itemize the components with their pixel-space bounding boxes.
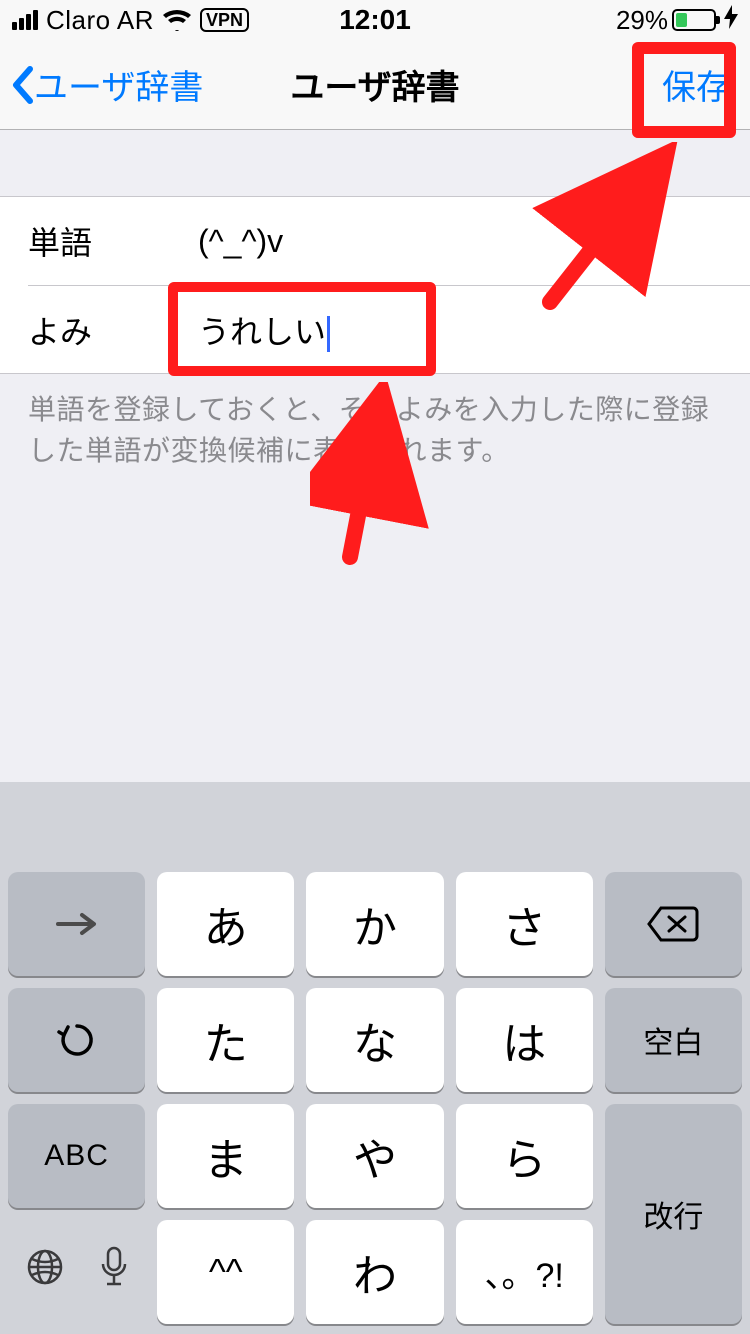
key-kaomoji[interactable]: ^^ bbox=[157, 1220, 294, 1324]
globe-icon[interactable] bbox=[25, 1247, 65, 1297]
yomi-field[interactable]: うれしい bbox=[198, 307, 722, 353]
key-ta[interactable]: た bbox=[157, 988, 294, 1092]
key-ka[interactable]: か bbox=[306, 872, 443, 976]
key-a[interactable]: あ bbox=[157, 872, 294, 976]
status-right: 29% bbox=[616, 5, 738, 36]
word-label: 単語 bbox=[28, 218, 198, 264]
form-footer-note: 単語を登録しておくと、そのよみを入力した際に登録した単語が変換候補に表示されます… bbox=[0, 374, 750, 487]
yomi-label: よみ bbox=[28, 307, 198, 353]
battery-icon bbox=[672, 9, 716, 31]
key-ha[interactable]: は bbox=[456, 988, 593, 1092]
arrow-right-icon bbox=[54, 912, 100, 936]
key-undo[interactable] bbox=[8, 988, 145, 1092]
text-caret bbox=[327, 316, 330, 352]
chevron-left-icon bbox=[10, 65, 36, 105]
key-ma[interactable]: ま bbox=[157, 1104, 294, 1208]
status-left: Claro AR VPN bbox=[12, 5, 249, 36]
key-wa[interactable]: わ bbox=[306, 1220, 443, 1324]
dictionary-form: 単語 (^_^)v よみ うれしい bbox=[0, 196, 750, 374]
back-label: ユーザ辞書 bbox=[34, 60, 203, 109]
undo-icon bbox=[57, 1020, 97, 1060]
key-next-candidate[interactable] bbox=[8, 872, 145, 976]
key-return[interactable]: 改行 bbox=[605, 1104, 742, 1324]
key-sa[interactable]: さ bbox=[456, 872, 593, 976]
vpn-badge: VPN bbox=[200, 8, 249, 32]
key-globe-mic[interactable] bbox=[8, 1220, 145, 1324]
mic-icon[interactable] bbox=[99, 1246, 129, 1298]
yomi-value: うれしい bbox=[198, 314, 326, 350]
battery-percent: 29% bbox=[616, 5, 668, 36]
back-button[interactable]: ユーザ辞書 bbox=[10, 60, 203, 109]
carrier-label: Claro AR bbox=[46, 5, 154, 36]
word-row[interactable]: 単語 (^_^)v bbox=[0, 197, 750, 285]
charging-icon bbox=[724, 5, 738, 36]
word-field[interactable]: (^_^)v bbox=[198, 223, 722, 260]
nav-bar: ユーザ辞書 ユーザ辞書 保存 bbox=[0, 40, 750, 130]
key-punct[interactable]: 、。?! bbox=[456, 1220, 593, 1324]
cellular-signal-icon bbox=[12, 10, 38, 30]
key-ra[interactable]: ら bbox=[456, 1104, 593, 1208]
status-bar: Claro AR VPN 12:01 29% bbox=[0, 0, 750, 40]
wifi-icon bbox=[162, 9, 192, 31]
key-abc[interactable]: ABC bbox=[8, 1104, 145, 1208]
yomi-row[interactable]: よみ うれしい bbox=[28, 285, 750, 373]
save-button[interactable]: 保存 bbox=[652, 56, 740, 113]
delete-icon bbox=[647, 906, 699, 942]
key-delete[interactable] bbox=[605, 872, 742, 976]
key-na[interactable]: な bbox=[306, 988, 443, 1092]
keyboard: あ か さ た な は 空白 ABC ま や ら 改行 bbox=[0, 782, 750, 1334]
key-space[interactable]: 空白 bbox=[605, 988, 742, 1092]
key-ya[interactable]: や bbox=[306, 1104, 443, 1208]
